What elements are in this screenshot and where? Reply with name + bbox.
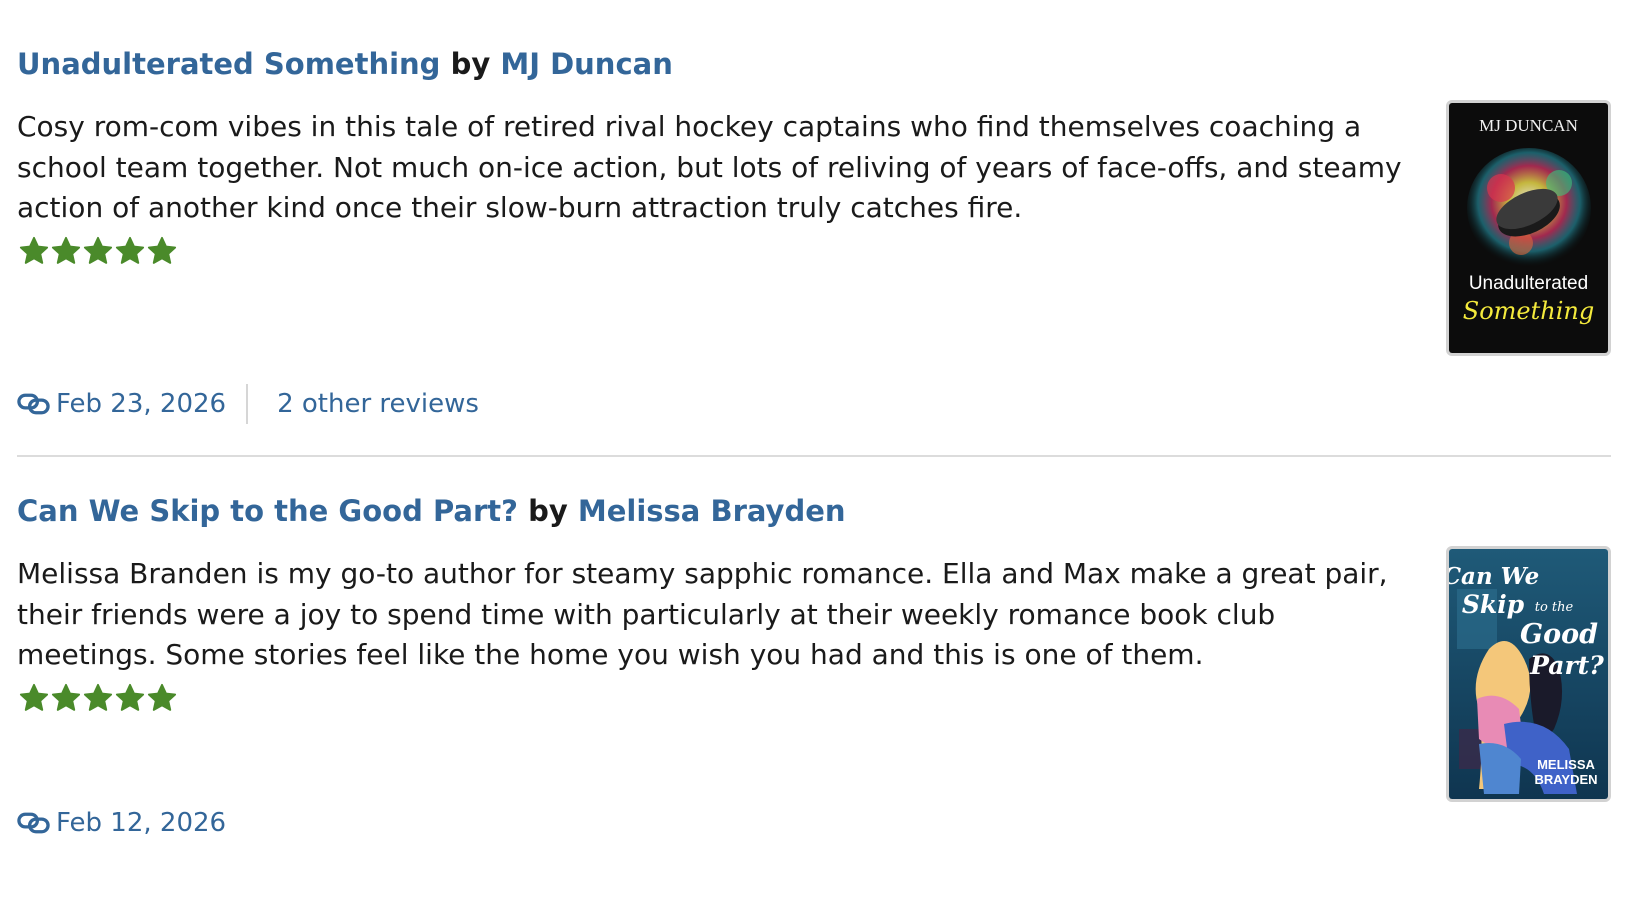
star-icon (147, 236, 177, 264)
book-cover[interactable]: MJ DUNCAN Unadulterated Something (1446, 100, 1611, 356)
cover-title-text: Unadulterated (1469, 273, 1588, 294)
review-item: Can We Skip to the Good Part? by Melissa… (17, 487, 1611, 899)
review-divider (17, 455, 1611, 457)
star-icon (19, 683, 49, 711)
review-date-link[interactable]: Feb 23, 2026 (17, 389, 226, 419)
review-heading: Can We Skip to the Good Part? by Melissa… (17, 487, 1611, 535)
star-icon (115, 683, 145, 711)
review-text: Cosy rom-com vibes in this tale of retir… (17, 110, 1402, 224)
book-cover-image: MJ DUNCAN Unadulterated Something (1449, 103, 1608, 353)
review-date: Feb 23, 2026 (56, 389, 227, 419)
review-date: Feb 12, 2026 (56, 808, 227, 838)
star-icon (83, 683, 113, 711)
review-heading: Unadulterated Something by MJ Duncan (17, 40, 1611, 88)
link-icon (17, 812, 50, 834)
review-footer: Feb 12, 2026 (17, 804, 226, 842)
review-date-link[interactable]: Feb 12, 2026 (17, 808, 226, 838)
star-rating (19, 236, 177, 272)
footer-separator (246, 384, 249, 424)
cover-title-text: to the (1535, 600, 1574, 615)
other-reviews-link[interactable]: 2 other reviews (277, 389, 479, 419)
review-footer: Feb 23, 2026 2 other reviews (17, 384, 479, 424)
star-icon (51, 683, 81, 711)
cover-title-text: Skip (1462, 590, 1525, 619)
author-link[interactable]: Melissa Brayden (578, 494, 846, 528)
cover-title-text: Part? (1529, 651, 1604, 680)
cover-author-text: BRAYDEN (1534, 772, 1597, 787)
by-label: by (450, 47, 491, 81)
star-icon (51, 236, 81, 264)
by-label: by (528, 494, 568, 528)
book-cover[interactable]: Can We Skip to the Good Part? MELISSA BR… (1446, 546, 1611, 802)
book-cover-image: Can We Skip to the Good Part? MELISSA BR… (1449, 549, 1608, 799)
star-icon (19, 236, 49, 264)
book-title-link[interactable]: Unadulterated Something (17, 47, 440, 81)
cover-title-text: Can We (1449, 563, 1539, 590)
cover-title-text: Something (1463, 297, 1594, 325)
star-icon (83, 236, 113, 264)
star-icon (147, 683, 177, 711)
link-icon (17, 393, 50, 415)
cover-author-text: MELISSA (1537, 757, 1595, 772)
review-item: Unadulterated Something by MJ Duncan Cos… (17, 40, 1611, 460)
author-link[interactable]: MJ Duncan (500, 47, 673, 81)
review-text: Melissa Branden is my go-to author for s… (17, 557, 1388, 671)
cover-author-text: MJ DUNCAN (1479, 116, 1578, 135)
star-icon (115, 236, 145, 264)
book-title-link[interactable]: Can We Skip to the Good Part? (17, 494, 518, 528)
star-rating (19, 683, 177, 719)
cover-title-text: Good (1520, 619, 1598, 650)
